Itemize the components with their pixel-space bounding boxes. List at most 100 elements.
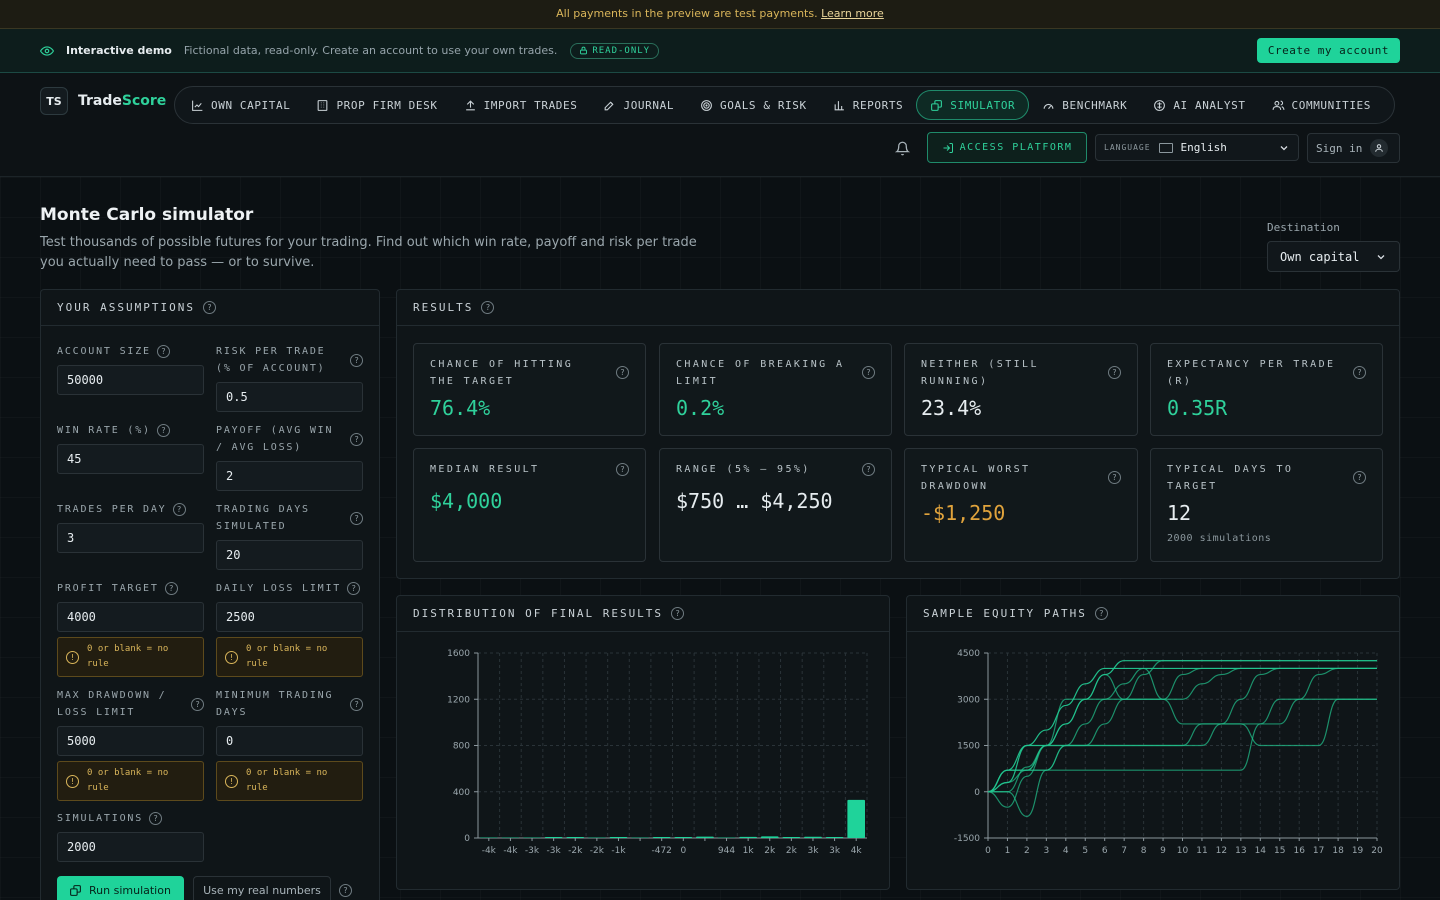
help-icon[interactable]: ? <box>481 301 495 314</box>
info-icon: ! <box>225 650 238 664</box>
run-simulation-button[interactable]: Run simulation <box>57 876 184 900</box>
upload-icon <box>465 99 475 110</box>
x-tick-label: -3k <box>525 846 540 856</box>
trading-days-input[interactable]: 20 <box>216 540 363 570</box>
help-icon[interactable]: ? <box>1108 471 1121 484</box>
help-icon[interactable]: ? <box>164 582 178 595</box>
payoff-input[interactable]: 2 <box>216 461 363 491</box>
result-value: 0.35R <box>1167 396 1228 420</box>
help-icon[interactable]: ? <box>862 463 875 476</box>
help-icon[interactable]: ? <box>350 511 363 525</box>
nav-item-label: IMPORT TRADES <box>483 98 578 112</box>
read-only-badge: READ-ONLY <box>570 42 660 59</box>
field-label-text: DAILY LOSS LIMIT <box>216 583 342 594</box>
nav-item-reports[interactable]: REPORTS <box>820 90 917 120</box>
help-icon[interactable]: ? <box>1353 471 1366 484</box>
x-tick-label: -1k <box>611 846 626 856</box>
result-subtext: 2000 simulations <box>1167 533 1272 544</box>
nav-item-ai-analyst[interactable]: AI ANALYST <box>1140 90 1258 120</box>
x-tick-label: 1 <box>1005 846 1011 856</box>
nav-item-prop-firm-desk[interactable]: PROP FIRM DESK <box>303 90 450 120</box>
help-icon[interactable]: ? <box>1108 366 1121 379</box>
learn-more-link[interactable]: Learn more <box>821 7 884 20</box>
account-size-input[interactable]: 50000 <box>57 365 204 395</box>
account-size-label: ACCOUNT SIZE? <box>57 343 204 360</box>
help-icon[interactable]: ? <box>350 697 363 711</box>
create-account-button[interactable]: Create my account <box>1256 38 1400 63</box>
result-label: RANGE (5% – 95%) <box>676 464 811 475</box>
field-label-text: TRADES PER DAY <box>57 504 167 515</box>
field-label-text: PAYOFF (AVG WIN / AVG LOSS) <box>216 425 334 453</box>
max-drawdown-input[interactable]: 5000 <box>57 726 204 756</box>
field-label-text: PROFIT TARGET <box>57 583 159 594</box>
help-icon[interactable]: ? <box>202 301 216 314</box>
histogram-bar <box>696 836 714 838</box>
daily-loss-input[interactable]: 2500 <box>216 602 363 632</box>
x-tick-label: -4k <box>482 846 497 856</box>
use-real-numbers-button[interactable]: Use my real numbers <box>193 876 331 900</box>
trades-per-day-input[interactable]: 3 <box>57 523 204 553</box>
x-tick-label: 8 <box>1141 846 1147 856</box>
help-icon[interactable]: ? <box>149 812 163 825</box>
nav-item-label: JOURNAL <box>623 98 675 112</box>
result-card: TYPICAL DAYS TO TARGET? 12 2000 simulation… <box>1150 448 1383 562</box>
info-icon: ! <box>225 774 238 788</box>
nav-item-benchmark[interactable]: BENCHMARK <box>1029 90 1140 120</box>
field-label-text: ACCOUNT SIZE <box>57 346 151 357</box>
dice-icon <box>931 99 943 111</box>
risk-per-trade-label: RISK PER TRADE (% OF ACCOUNT)? <box>216 343 363 377</box>
help-icon[interactable]: ? <box>156 345 170 358</box>
x-tick-label: 3k <box>807 846 819 856</box>
help-icon[interactable]: ? <box>191 697 204 711</box>
help-icon[interactable]: ? <box>350 353 363 367</box>
language-label: LANGUAGE <box>1104 143 1151 152</box>
nav-item-communities[interactable]: COMMUNITIES <box>1259 90 1384 120</box>
bell-icon[interactable] <box>894 141 911 160</box>
win-rate-input[interactable]: 45 <box>57 444 204 474</box>
help-icon[interactable]: ? <box>616 463 629 476</box>
min-trading-days-input[interactable]: 0 <box>216 726 363 756</box>
help-icon[interactable]: ? <box>156 424 170 437</box>
nav-item-goals-risk[interactable]: GOALS & RISK <box>687 90 820 120</box>
help-icon[interactable]: ? <box>862 366 875 379</box>
rule-note-text: 0 or blank = no rule <box>246 644 328 669</box>
x-tick-label: 944 <box>718 846 735 856</box>
equity-paths-panel: SAMPLE EQUITY PATHS? 0 1 2 3 4 5 6 7 8 9 10 11 12 13 1… <box>906 595 1400 890</box>
help-icon[interactable]: ? <box>347 582 361 595</box>
help-icon[interactable]: ? <box>616 366 629 379</box>
x-tick-label: 6 <box>1102 846 1108 856</box>
x-tick-label: 0 <box>985 846 991 856</box>
y-tick-label: 1600 <box>447 649 470 659</box>
risk-per-trade-input[interactable]: 0.5 <box>216 382 363 412</box>
demo-title: Interactive demo <box>66 44 172 57</box>
brand-logo[interactable]: TS TradeScore <box>40 87 166 115</box>
nav-item-label: BENCHMARK <box>1062 98 1128 112</box>
gauge-icon <box>1043 103 1054 109</box>
destination-select[interactable]: Own capital <box>1267 241 1400 272</box>
nav-item-own-capital[interactable]: OWN CAPITAL <box>178 90 303 120</box>
max-drawdown-label: MAX DRAWDOWN / LOSS LIMIT? <box>57 687 204 721</box>
read-only-label: READ-ONLY <box>592 45 651 56</box>
access-platform-button[interactable]: ACCESS PLATFORM <box>927 132 1087 163</box>
help-icon[interactable]: ? <box>339 884 352 897</box>
nav-item-journal[interactable]: JOURNAL <box>590 90 687 120</box>
help-icon[interactable]: ? <box>671 607 685 620</box>
x-tick-label: -472 <box>651 846 671 856</box>
result-card: CHANCE OF BREAKING A LIMIT? 0.2% <box>659 343 892 436</box>
help-icon[interactable]: ? <box>350 432 363 446</box>
help-icon[interactable]: ? <box>1094 607 1108 620</box>
login-icon <box>943 142 953 153</box>
language-select[interactable]: LANGUAGE English <box>1095 134 1299 161</box>
nav-item-simulator[interactable]: SIMULATOR <box>916 90 1030 120</box>
help-icon[interactable]: ? <box>1353 366 1366 379</box>
profit-target-input[interactable]: 4000 <box>57 602 204 632</box>
sign-in-button[interactable]: Sign in <box>1307 133 1400 163</box>
nav-item-import-trades[interactable]: IMPORT TRADES <box>451 90 591 120</box>
simulations-input[interactable]: 2000 <box>57 832 204 862</box>
language-value: English <box>1180 141 1227 154</box>
result-card: EXPECTANCY PER TRADE (R)? 0.35R <box>1150 343 1383 436</box>
help-icon[interactable]: ? <box>172 503 186 516</box>
max-drawdown-field: MAX DRAWDOWN / LOSS LIMIT? 5000 ! 0 or bl… <box>57 687 204 801</box>
histogram-bar <box>847 799 865 838</box>
histogram-bar <box>501 837 520 838</box>
